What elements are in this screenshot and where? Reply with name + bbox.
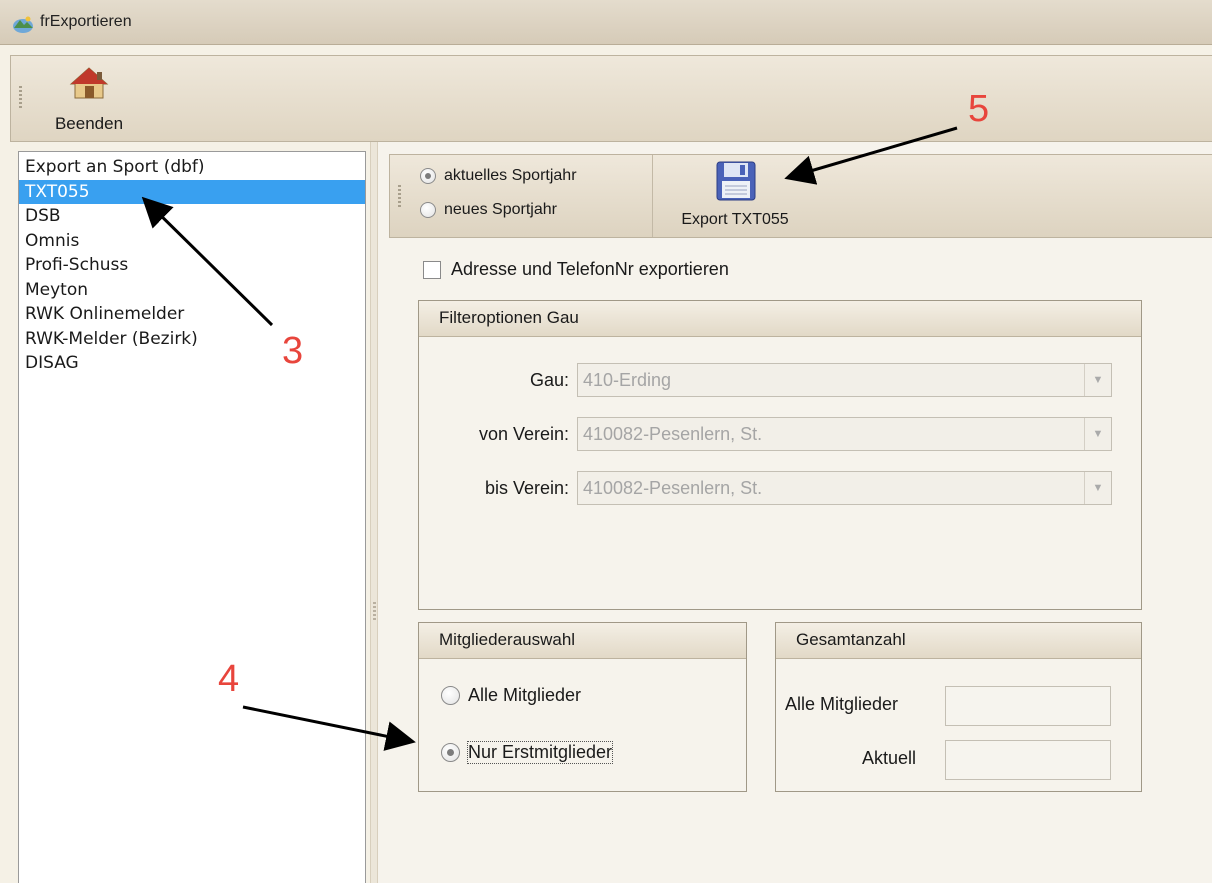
annotation-number-3: 3 [282,330,304,372]
arrow-to-txt055 [141,196,274,327]
annotation-arrows [141,126,958,751]
annotation-number-4: 4 [218,658,240,700]
arrow-to-erstmitglieder [242,705,416,751]
arrow-to-export-button [784,126,958,185]
annotation-number-5: 5 [968,88,990,130]
